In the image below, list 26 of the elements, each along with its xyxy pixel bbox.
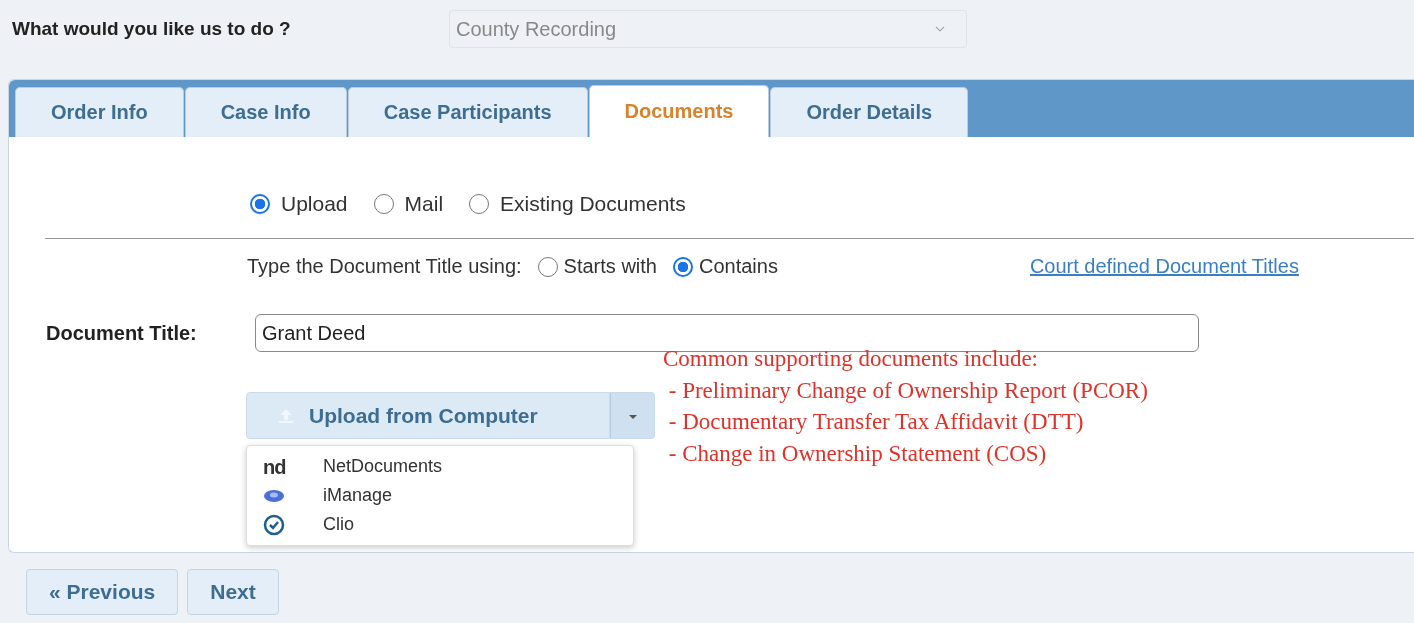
- tab[interactable]: Case Participants: [347, 87, 588, 137]
- document-titles-link[interactable]: Court defined Document Titles: [1029, 255, 1299, 278]
- tab[interactable]: Order Info: [15, 87, 184, 137]
- tab[interactable]: Documents: [588, 85, 770, 137]
- logo-icon: nd: [263, 456, 286, 477]
- radio-option[interactable]: Existing Documents: [469, 192, 686, 216]
- radio-option[interactable]: Starts with: [537, 255, 657, 278]
- menu-item[interactable]: iManage: [247, 481, 633, 510]
- radio-option[interactable]: Mail: [373, 192, 444, 216]
- menu-item[interactable]: Clio: [247, 510, 633, 539]
- chevron-down-icon: [934, 25, 946, 33]
- mode-label: Type the Document Title using:: [247, 255, 522, 278]
- document-title-label: Document Title:: [46, 321, 198, 345]
- question-label: What would you like us to do ?: [12, 18, 292, 40]
- radio-option[interactable]: Upload: [250, 192, 348, 216]
- menu-item[interactable]: nd NetDocuments: [247, 452, 633, 481]
- tab[interactable]: Order Details: [770, 87, 969, 137]
- caret-icon: [627, 414, 638, 420]
- dropdown-toggle[interactable]: [610, 392, 655, 439]
- upload-button[interactable]: Upload from Computer: [246, 392, 610, 439]
- radio-option[interactable]: Contains: [672, 255, 778, 278]
- nav-button[interactable]: Next: [187, 569, 279, 615]
- tab[interactable]: Case Info: [184, 87, 347, 137]
- check-circle-icon: [263, 513, 285, 536]
- nav-button[interactable]: « Previous: [26, 569, 179, 615]
- bubble-icon: [263, 488, 285, 503]
